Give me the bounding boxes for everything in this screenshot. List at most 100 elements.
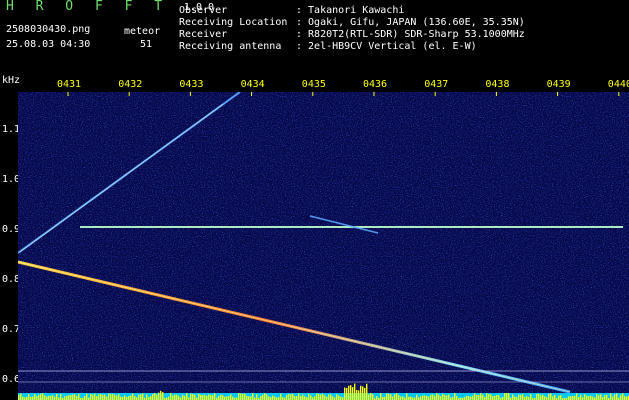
count-bar [616,393,618,400]
count-bar [28,394,30,400]
count-bar [256,394,258,400]
count-bar [192,394,194,400]
filename: 2508030430.png [6,24,91,35]
count-bar [368,394,370,400]
count-bar [292,394,294,400]
count-bar [596,393,598,400]
count-bar [212,395,214,400]
time-tick-0438: 0438 [485,79,510,90]
count-bar [446,395,448,400]
count-bar [536,394,538,400]
count-bar [178,395,180,400]
count-bar [610,393,612,400]
count-bar [434,395,436,400]
count-bar [364,387,366,400]
time-tick-0433: 0433 [179,79,204,90]
count-bar [294,396,296,400]
count-bar [76,396,78,400]
count-bar [190,393,192,400]
count-bar [568,396,570,400]
count-bar [428,396,430,400]
count-bar [174,394,176,400]
count-bar [124,395,126,400]
count-bar [550,393,552,400]
time-tick-0432: 0432 [118,79,143,90]
count-bar [224,396,226,400]
count-bar [398,395,400,400]
count-bar [558,395,560,400]
count-bar [432,394,434,400]
count-bar [488,394,490,400]
count-bar [184,395,186,400]
count-bar [444,394,446,400]
count-bar [228,396,230,400]
count-bar [372,394,374,400]
count-bar [580,394,582,400]
count-bar [474,393,476,400]
count-bar [286,395,288,400]
count-bar [490,394,492,400]
count-bar [316,393,318,400]
count-bar [370,393,372,400]
count-bar [386,393,388,400]
count-bar [356,389,358,400]
count-bar [154,393,156,400]
location-value: : Ogaki, Gifu, JAPAN (136.60E, 35.35N) [296,17,525,28]
count-bar [208,394,210,400]
count-bar [134,395,136,400]
count-bar [548,394,550,400]
count-bar [60,394,62,400]
receiver-label: Receiver [179,29,228,40]
count-bar [574,395,576,400]
count-bar [496,395,498,400]
count-bar [540,395,542,400]
count-bar [440,396,442,400]
count-bar [584,394,586,400]
count-bar [482,394,484,400]
count-bar [366,383,368,400]
count-bar [38,394,40,400]
time-tick-0439: 0439 [546,79,571,90]
count-bar [158,392,160,400]
count-bar [150,396,152,400]
count-bar [430,394,432,400]
count-bar [324,395,326,400]
count-bar [146,394,148,400]
count-bar [522,394,524,400]
count-bar [248,396,250,400]
count-bar [74,394,76,400]
count-bar [552,396,554,400]
count-bar [34,393,36,400]
count-bar [396,393,398,400]
count-bar [470,396,472,400]
count-bar [72,394,74,400]
count-bar [52,395,54,400]
count-bar [262,394,264,400]
count-bar [308,393,310,400]
count-bar [128,396,130,400]
count-bar [66,395,68,400]
count-bar [506,393,508,400]
count-bar [218,396,220,400]
count-bar [176,394,178,400]
count-bar [244,393,246,400]
datetime: 25.08.03 04:30 [6,39,91,50]
count-bar [416,394,418,400]
count-bar [32,396,34,400]
count-bar [476,394,478,400]
count-bar [300,396,302,400]
count-bar [376,396,378,400]
count-bar [394,394,396,400]
count-bar [390,394,392,400]
count-bar [472,395,474,400]
count-bar [572,395,574,400]
count-bar [424,395,426,400]
count-bar [454,393,456,400]
count-bar [168,396,170,400]
count-bar [112,393,114,400]
count-bar [200,394,202,400]
count-bar [392,396,394,400]
count-bar [358,390,360,400]
count-bar [246,395,248,400]
count-bar [206,395,208,400]
